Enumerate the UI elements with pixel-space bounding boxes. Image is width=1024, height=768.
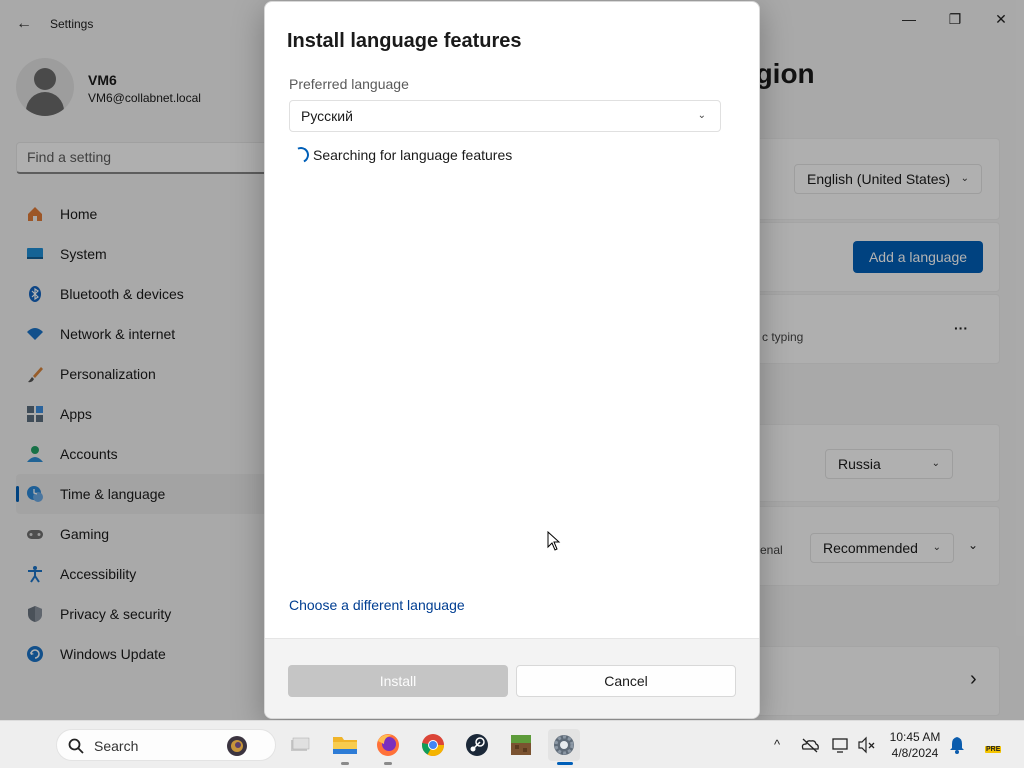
steam-button[interactable] <box>461 729 493 761</box>
settings-icon <box>554 735 574 755</box>
chrome-icon <box>422 734 444 756</box>
task-view-icon <box>291 737 310 751</box>
taskbar: Search ^ 10:45 AM 4/8/2024 PRE <box>0 720 1024 768</box>
clock-time: 10:45 AM <box>889 730 941 744</box>
running-indicator <box>341 762 349 765</box>
clock-date: 4/8/2024 <box>891 746 939 760</box>
file-explorer-icon <box>333 737 357 754</box>
network-status-icon[interactable] <box>831 735 851 755</box>
search-highlight-icon <box>227 736 247 756</box>
notification-bell-icon[interactable] <box>948 736 966 754</box>
install-button[interactable]: Install <box>288 665 508 697</box>
task-view-button[interactable] <box>283 729 315 761</box>
show-hidden-icons-button[interactable]: ^ <box>767 735 787 755</box>
settings-taskbar-button[interactable] <box>548 729 580 765</box>
search-status-text: Searching for language features <box>313 147 513 163</box>
taskbar-search-box[interactable]: Search <box>56 729 276 761</box>
search-icon <box>68 738 84 754</box>
minecraft-icon <box>511 735 531 755</box>
minecraft-button[interactable] <box>505 729 537 761</box>
chrome-button[interactable] <box>417 729 449 761</box>
loading-spinner-icon <box>290 144 312 166</box>
volume-muted-icon[interactable] <box>857 735 877 755</box>
preferred-language-value: Русский <box>301 108 353 124</box>
chevron-down-icon: ⌄ <box>697 110 706 121</box>
firefox-icon <box>377 734 399 756</box>
preview-badge: PRE <box>985 746 1002 753</box>
install-language-features-dialog: Install language features Preferred lang… <box>264 1 760 719</box>
dialog-title: Install language features <box>287 30 522 52</box>
dialog-footer: Install Cancel <box>265 638 759 718</box>
mouse-cursor-icon <box>547 531 561 551</box>
active-indicator <box>557 762 573 765</box>
onedrive-offline-icon[interactable] <box>800 735 820 755</box>
choose-different-language-link[interactable]: Choose a different language <box>289 597 465 613</box>
preferred-language-select[interactable]: Русский ⌄ <box>289 100 721 132</box>
system-clock[interactable]: 10:45 AM 4/8/2024 <box>883 729 947 761</box>
file-explorer-button[interactable] <box>329 729 361 765</box>
preferred-language-label: Preferred language <box>289 76 409 92</box>
running-indicator <box>384 762 392 765</box>
firefox-button[interactable] <box>372 729 404 765</box>
taskbar-search-label: Search <box>94 738 139 754</box>
steam-icon <box>466 734 488 756</box>
cancel-button[interactable]: Cancel <box>516 665 736 697</box>
